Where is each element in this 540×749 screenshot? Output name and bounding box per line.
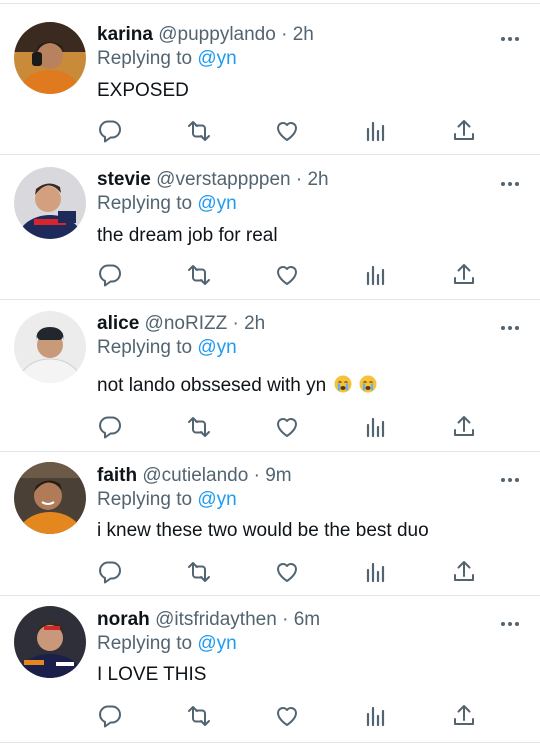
tweet[interactable]: alice @noRIZZ · 2h Replying to @yn not l… xyxy=(0,300,540,452)
avatar[interactable] xyxy=(14,167,86,239)
more-options-icon[interactable] xyxy=(500,176,520,186)
replying-to: Replying to @yn xyxy=(97,192,237,216)
replying-to-label: Replying to xyxy=(97,633,193,654)
retweet-icon[interactable] xyxy=(186,414,212,440)
timestamp[interactable]: 2h xyxy=(293,24,314,45)
share-icon[interactable] xyxy=(451,262,477,288)
retweet-icon[interactable] xyxy=(186,559,212,585)
tweet-text-content: the dream job for real xyxy=(97,225,278,246)
mention-link[interactable]: @yn xyxy=(197,489,236,510)
separator-dot: · xyxy=(281,24,288,45)
avatar[interactable] xyxy=(14,22,86,94)
replying-to-label: Replying to xyxy=(97,489,193,510)
share-icon[interactable] xyxy=(451,414,477,440)
loudly-crying-face-icon xyxy=(359,375,377,393)
more-options-icon[interactable] xyxy=(500,31,520,41)
tweet[interactable]: karina @puppylando · 2h Replying to @yn … xyxy=(0,5,540,155)
tweet-text: EXPOSED xyxy=(97,79,189,103)
retweet-icon[interactable] xyxy=(186,703,212,729)
tweet-text: i knew these two would be the best duo xyxy=(97,519,429,543)
mention-link[interactable]: @yn xyxy=(197,337,236,358)
avatar[interactable] xyxy=(14,311,86,383)
more-options-icon[interactable] xyxy=(500,472,520,482)
replying-to: Replying to @yn xyxy=(97,632,237,656)
reply-icon[interactable] xyxy=(97,118,123,144)
tweet-header: norah @itsfridaythen · 6m xyxy=(97,608,320,632)
tweet-header: stevie @verstappppen · 2h xyxy=(97,168,329,192)
share-icon[interactable] xyxy=(451,559,477,585)
display-name[interactable]: stevie xyxy=(97,169,151,190)
analytics-icon[interactable] xyxy=(363,703,389,729)
reply-icon[interactable] xyxy=(97,559,123,585)
analytics-icon[interactable] xyxy=(363,414,389,440)
replying-to-label: Replying to xyxy=(97,193,193,214)
retweet-icon[interactable] xyxy=(186,262,212,288)
analytics-icon[interactable] xyxy=(363,118,389,144)
tweet-text-content: not lando obssesed with yn xyxy=(97,375,327,396)
retweet-icon[interactable] xyxy=(186,118,212,144)
share-icon[interactable] xyxy=(451,118,477,144)
separator-dot: · xyxy=(295,169,303,190)
replying-to-label: Replying to xyxy=(97,48,193,69)
like-icon[interactable] xyxy=(274,703,300,729)
reply-icon[interactable] xyxy=(97,262,123,288)
tweet-text: I LOVE THIS xyxy=(97,663,206,687)
reply-feed: karina @puppylando · 2h Replying to @yn … xyxy=(0,0,540,749)
more-options-icon[interactable] xyxy=(500,616,520,626)
like-icon[interactable] xyxy=(274,262,300,288)
tweet-text-content: I LOVE THIS xyxy=(97,664,207,685)
like-icon[interactable] xyxy=(274,559,300,585)
display-name[interactable]: faith xyxy=(97,465,137,486)
action-bar xyxy=(0,559,540,587)
display-name[interactable]: alice xyxy=(97,313,139,334)
tweet-text-content: EXPOSED xyxy=(97,80,189,101)
tweet-header: karina @puppylando · 2h xyxy=(97,23,314,47)
timestamp[interactable]: 6m xyxy=(294,609,320,630)
separator-dot: · xyxy=(253,465,260,486)
replying-to: Replying to @yn xyxy=(97,47,237,71)
display-name[interactable]: norah xyxy=(97,609,150,630)
action-bar xyxy=(0,414,540,442)
handle[interactable]: @verstappppen xyxy=(156,169,290,190)
analytics-icon[interactable] xyxy=(363,559,389,585)
action-bar xyxy=(0,262,540,290)
like-icon[interactable] xyxy=(274,414,300,440)
tweet[interactable]: faith @cutielando · 9m Replying to @yn i… xyxy=(0,452,540,596)
tweet-text: not lando obssesed with yn xyxy=(97,374,377,398)
share-icon[interactable] xyxy=(451,703,477,729)
timestamp[interactable]: 2h xyxy=(307,169,328,190)
mention-link[interactable]: @yn xyxy=(197,193,236,214)
like-icon[interactable] xyxy=(274,118,300,144)
reply-icon[interactable] xyxy=(97,414,123,440)
action-bar xyxy=(0,118,540,146)
mention-link[interactable]: @yn xyxy=(197,633,236,654)
separator-dot: · xyxy=(282,609,289,630)
tweet-header: faith @cutielando · 9m xyxy=(97,464,292,488)
loudly-crying-face-icon xyxy=(334,375,352,393)
replying-to-label: Replying to xyxy=(97,337,193,358)
reply-icon[interactable] xyxy=(97,703,123,729)
tweet-text-content: i knew these two would be the best duo xyxy=(97,520,429,541)
tweet-text: the dream job for real xyxy=(97,224,278,248)
replying-to: Replying to @yn xyxy=(97,336,237,360)
handle[interactable]: @cutielando xyxy=(142,465,248,486)
tweet[interactable]: norah @itsfridaythen · 6m Replying to @y… xyxy=(0,596,540,743)
timestamp[interactable]: 9m xyxy=(265,465,291,486)
handle[interactable]: @noRIZZ xyxy=(145,313,228,334)
analytics-icon[interactable] xyxy=(363,262,389,288)
replying-to: Replying to @yn xyxy=(97,488,237,512)
handle[interactable]: @itsfridaythen xyxy=(155,609,277,630)
handle[interactable]: @puppylando xyxy=(158,24,276,45)
separator-dot: · xyxy=(232,313,239,334)
timestamp[interactable]: 2h xyxy=(244,313,265,334)
tweet[interactable]: stevie @verstappppen · 2h Replying to @y… xyxy=(0,155,540,300)
avatar[interactable] xyxy=(14,462,86,534)
tweet-header: alice @noRIZZ · 2h xyxy=(97,312,265,336)
mention-link[interactable]: @yn xyxy=(197,48,236,69)
action-bar xyxy=(0,703,540,731)
more-options-icon[interactable] xyxy=(500,320,520,330)
display-name[interactable]: karina xyxy=(97,24,153,45)
top-divider xyxy=(0,0,540,4)
avatar[interactable] xyxy=(14,606,86,678)
